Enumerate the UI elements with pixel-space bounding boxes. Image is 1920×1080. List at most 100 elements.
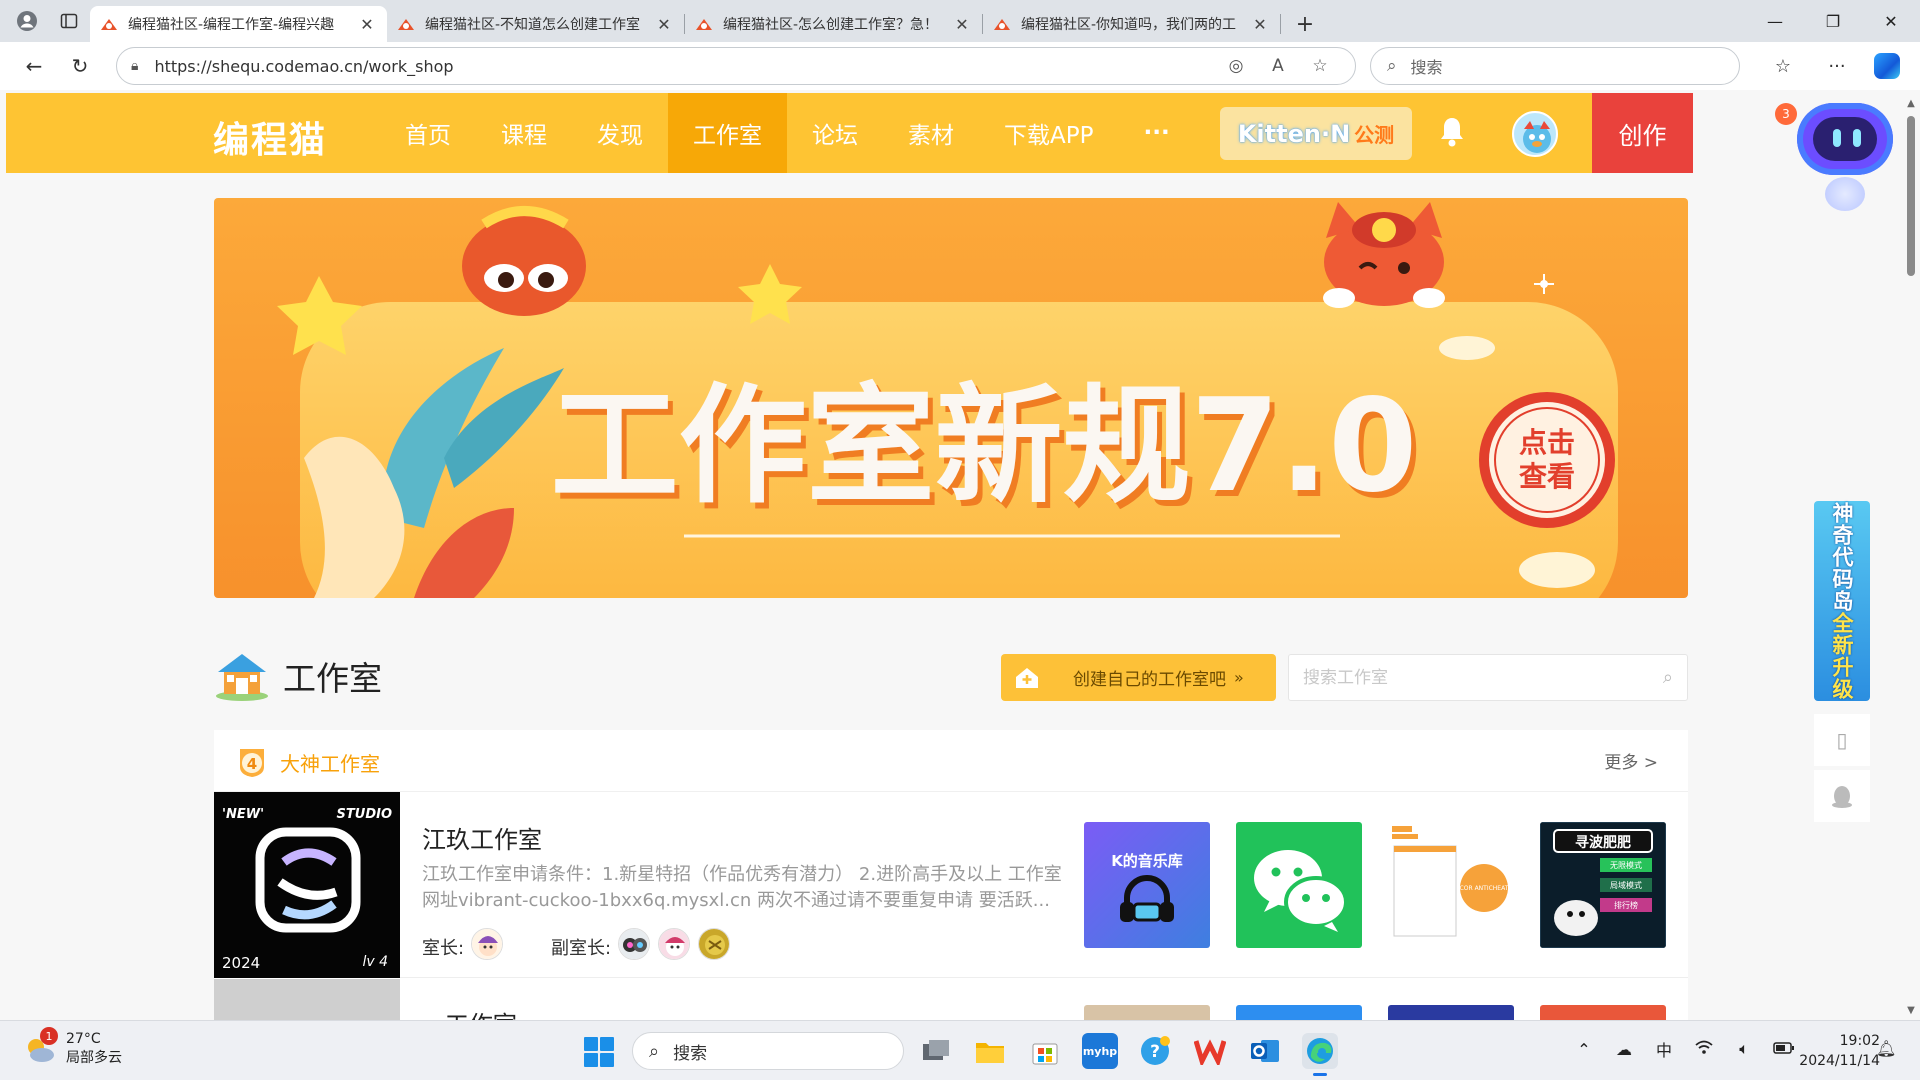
- microsoft-store-icon[interactable]: [1027, 1033, 1063, 1069]
- close-tab-icon[interactable]: ✕: [357, 15, 377, 34]
- project-thumbnail[interactable]: [1540, 1005, 1666, 1020]
- qq-group-button[interactable]: [1814, 770, 1870, 822]
- nav-courses[interactable]: 课程: [476, 93, 572, 173]
- kitten-n-button[interactable]: Kitten·N 公测: [1220, 107, 1412, 160]
- owner-avatar[interactable]: [471, 928, 503, 960]
- lock-icon[interactable]: 🔒︎: [131, 58, 138, 74]
- banner-cta-line2[interactable]: 查看: [1519, 460, 1575, 493]
- rank-number: 4: [247, 755, 257, 773]
- create-button[interactable]: 创作: [1592, 93, 1693, 173]
- site-logo[interactable]: 编程猫: [213, 111, 327, 163]
- weather-description: 局部多云: [66, 1050, 122, 1066]
- browser-search-box[interactable]: ⌕ 搜索: [1370, 47, 1740, 85]
- project-thumbnail[interactable]: [1084, 1005, 1210, 1020]
- project-thumbnail[interactable]: [1388, 1005, 1514, 1020]
- favorite-star-icon[interactable]: ☆: [1299, 56, 1341, 76]
- windows-start-icon[interactable]: [584, 1037, 614, 1067]
- page-scrollbar[interactable]: ▲ ▼: [1902, 90, 1920, 1020]
- nav-discover[interactable]: 发现: [572, 93, 668, 173]
- nav-forum[interactable]: 论坛: [787, 93, 883, 173]
- scroll-down-icon[interactable]: ▼: [1905, 1005, 1917, 1016]
- task-view-icon[interactable]: [918, 1033, 954, 1069]
- more-options-icon[interactable]: ···: [1810, 56, 1864, 77]
- back-icon[interactable]: ←: [14, 48, 54, 84]
- browser-tab-2[interactable]: 编程猫社区-不知道怎么创建工作室 ✕: [387, 6, 684, 42]
- bell-icon[interactable]: [1437, 115, 1467, 149]
- taskbar-search-box[interactable]: ⌕ 搜索: [632, 1032, 904, 1070]
- user-avatar[interactable]: [1512, 111, 1558, 157]
- edge-icon[interactable]: [1302, 1033, 1338, 1076]
- tab-title: 编程猫社区-你知道吗，我们两的工: [1021, 17, 1237, 33]
- browser-tab-1[interactable]: 编程猫社区-编程工作室-编程兴趣 ✕: [90, 6, 387, 42]
- tracking-prevention-icon[interactable]: ◎: [1215, 56, 1257, 76]
- taskbar-clock[interactable]: 19:02 2024/11/14: [1790, 1031, 1880, 1071]
- restore-icon[interactable]: ❐: [1804, 0, 1862, 42]
- minimize-icon[interactable]: —: [1746, 0, 1804, 42]
- close-tab-icon[interactable]: ✕: [1250, 15, 1270, 34]
- ai-assistant-robot[interactable]: 3: [1775, 95, 1915, 225]
- close-window-icon[interactable]: ✕: [1862, 0, 1920, 42]
- vice-owner-avatar[interactable]: [618, 928, 650, 960]
- workshop-search-box[interactable]: ⌕: [1288, 654, 1688, 701]
- scroll-thumb[interactable]: [1907, 116, 1915, 276]
- read-aloud-icon[interactable]: A: [1257, 56, 1299, 76]
- project-thumbnail[interactable]: [1236, 822, 1362, 948]
- nav-home[interactable]: 首页: [380, 93, 476, 173]
- show-hidden-icons-icon[interactable]: ⌃: [1564, 1040, 1604, 1059]
- address-bar[interactable]: 🔒︎ https://shequ.codemao.cn/work_shop ◎ …: [116, 47, 1356, 85]
- screen: 编程猫社区-编程工作室-编程兴趣 ✕ 编程猫社区-不知道怎么创建工作室 ✕ 编程…: [0, 0, 1920, 1080]
- workshop-row[interactable]: 'NEW' STUDIO 2024 lv 4 江玖工作室 江玖工作室申请条件：1…: [214, 792, 1688, 978]
- vice-owner-avatar[interactable]: [658, 928, 690, 960]
- outlook-icon[interactable]: [1247, 1033, 1283, 1069]
- refresh-icon[interactable]: ↻: [60, 48, 100, 84]
- volume-icon[interactable]: 🔈︎: [1724, 1039, 1764, 1059]
- vice-owner-label: 副室长:: [551, 938, 612, 959]
- wifi-icon[interactable]: [1684, 1039, 1724, 1059]
- tab-actions-icon[interactable]: [54, 6, 84, 36]
- code-island-ad[interactable]: 神奇代码岛 全新升级: [1814, 501, 1870, 701]
- url-text[interactable]: https://shequ.codemao.cn/work_shop: [154, 57, 1215, 76]
- browser-tab-3[interactable]: 编程猫社区-怎么创建工作室？急！ ✕: [685, 6, 982, 42]
- more-link[interactable]: 更多 >: [1604, 748, 1658, 773]
- nav-more[interactable]: ···: [1118, 93, 1194, 173]
- workshop-cover[interactable]: 'NEW' STUDIO 2024 lv 4: [214, 792, 400, 978]
- wps-office-icon[interactable]: [1192, 1033, 1228, 1069]
- weather-widget[interactable]: 1 27°C 局部多云: [22, 1027, 122, 1068]
- nav-materials[interactable]: 素材: [883, 93, 979, 173]
- myhp-icon[interactable]: myhp: [1082, 1033, 1118, 1069]
- nav-download-app[interactable]: 下载APP: [979, 93, 1118, 173]
- workshop-name[interactable]: ...工作室: [422, 1005, 517, 1020]
- nav-workshop[interactable]: 工作室: [668, 93, 787, 173]
- scroll-up-icon[interactable]: ▲: [1905, 98, 1917, 109]
- project-thumbnail[interactable]: 寻波肥肥 无限模式 局域模式 排行榜: [1540, 822, 1666, 948]
- file-explorer-icon[interactable]: [972, 1033, 1008, 1069]
- close-tab-icon[interactable]: ✕: [952, 15, 972, 34]
- page-viewport: 编程猫 首页 课程 发现 工作室 论坛 素材 下载APP ··· Kitten·…: [0, 90, 1920, 1020]
- get-help-icon[interactable]: ?: [1137, 1033, 1173, 1069]
- mobile-app-button[interactable]: ▯: [1814, 714, 1870, 766]
- ime-indicator[interactable]: 中: [1644, 1037, 1684, 1061]
- close-tab-icon[interactable]: ✕: [654, 15, 674, 34]
- workshop-row[interactable]: ...工作室: [214, 979, 1688, 1020]
- search-icon[interactable]: ⌕: [1663, 667, 1673, 688]
- notification-bell-icon[interactable]: 🔔︎: [1876, 1039, 1896, 1058]
- favorites-icon[interactable]: ☆: [1756, 56, 1810, 77]
- project-thumbnail[interactable]: K的音乐库: [1084, 822, 1210, 948]
- banner-cta-line1[interactable]: 点击: [1519, 426, 1575, 459]
- onedrive-offline-icon[interactable]: ☁: [1604, 1040, 1644, 1059]
- workshop-cover[interactable]: [214, 979, 400, 1020]
- panel-title: 大神工作室: [280, 752, 380, 776]
- profile-icon[interactable]: [12, 6, 42, 36]
- copilot-icon[interactable]: [1874, 53, 1900, 79]
- workshop-rules-banner[interactable]: 工作室新规7.0 工作室新规7.0 点击 查看: [214, 198, 1688, 598]
- browser-tab-4[interactable]: 编程猫社区-你知道吗，我们两的工 ✕: [983, 6, 1280, 42]
- vice-owner-avatar[interactable]: [698, 928, 730, 960]
- new-tab-button[interactable]: +: [1287, 6, 1323, 42]
- workshop-search-input[interactable]: [1303, 667, 1663, 688]
- project-thumbnail[interactable]: COR ANTICHEAT: [1388, 822, 1514, 948]
- penguin-icon: [1832, 786, 1852, 808]
- browser-toolbar: ← ↻ 🔒︎ https://shequ.codemao.cn/work_sho…: [0, 42, 1920, 90]
- workshop-name[interactable]: 江玖工作室: [422, 820, 542, 855]
- create-own-workshop-button[interactable]: 创建自己的工作室吧 »: [1001, 654, 1276, 701]
- project-thumbnail[interactable]: [1236, 1005, 1362, 1020]
